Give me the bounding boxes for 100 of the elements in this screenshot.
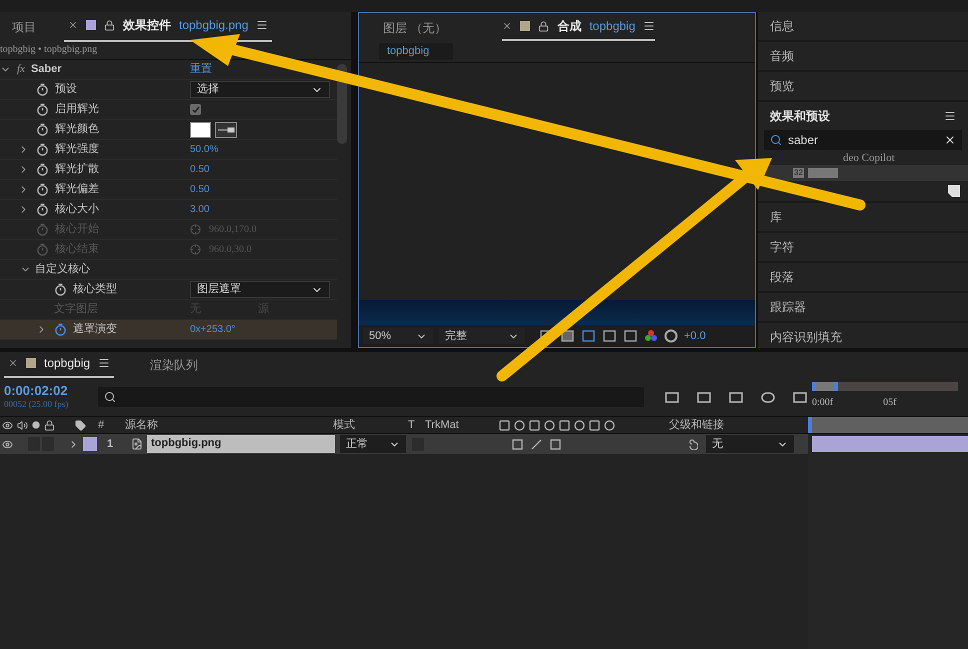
lock-icon[interactable] xyxy=(44,420,55,430)
property-value[interactable]: 0x+253.0° xyxy=(190,322,236,337)
property-value[interactable]: 50.0% xyxy=(190,142,218,157)
effect-category[interactable]: deo Copilot xyxy=(758,150,968,165)
property-label: 遮罩演变 xyxy=(73,322,117,338)
column-header: 源名称 xyxy=(125,418,159,433)
column-header: 父级和链接 xyxy=(669,418,724,433)
mode-dropdown[interactable]: 正常 xyxy=(340,435,406,453)
lock-icon[interactable] xyxy=(104,20,115,30)
menu-icon[interactable] xyxy=(944,110,956,122)
solo-icon[interactable] xyxy=(32,421,40,429)
property-label: 辉光扩散 xyxy=(55,162,99,178)
eye-icon[interactable] xyxy=(2,438,13,450)
layer-button[interactable]: topbgbig xyxy=(379,43,453,60)
menu-icon[interactable] xyxy=(256,19,268,31)
panel-tab[interactable]: 渲染队列 xyxy=(146,356,202,378)
menu-icon[interactable] xyxy=(98,357,110,369)
property-value[interactable]: 3.00 xyxy=(190,202,210,217)
column-header: 模式 xyxy=(333,418,356,433)
close-icon[interactable] xyxy=(8,358,18,368)
panel-header[interactable]: 段落 xyxy=(758,263,968,291)
lock-icon[interactable] xyxy=(538,20,550,32)
eyedropper-icon[interactable] xyxy=(215,122,237,138)
layer-number: 1 xyxy=(106,436,114,452)
layer-switch-icon[interactable] xyxy=(512,438,523,450)
label-icon[interactable] xyxy=(75,420,86,430)
exposure-value[interactable]: +0.0 xyxy=(684,328,706,344)
property-value[interactable]: 0.50 xyxy=(190,182,210,197)
bit-depth-badge: 32 xyxy=(793,168,804,178)
ruler-label: 05f xyxy=(883,396,896,410)
ruler-label: 0:00f xyxy=(812,396,834,410)
color-square-icon xyxy=(86,20,96,30)
property-label: 辉光偏差 xyxy=(55,182,99,198)
property-value[interactable]: 0.50 xyxy=(190,162,210,177)
layer-switch-icon[interactable] xyxy=(531,438,542,450)
menu-icon[interactable] xyxy=(643,20,656,32)
layer-switch-icon xyxy=(499,420,510,430)
layer-switch-icon xyxy=(589,420,600,430)
reset-link[interactable]: 重置 xyxy=(190,61,212,78)
effect-name: Saber xyxy=(30,62,62,78)
fx-icon: fx xyxy=(17,61,25,78)
resolution-dropdown[interactable]: 完整 xyxy=(439,328,525,344)
search-field[interactable] xyxy=(98,387,644,407)
group-label: 自定义核心 xyxy=(35,262,90,278)
stopwatch-icon[interactable] xyxy=(36,103,49,116)
panel-header[interactable]: 预览 xyxy=(758,72,968,100)
property-dropdown[interactable]: 图层遮罩 xyxy=(190,281,330,298)
color-swatch[interactable] xyxy=(190,122,211,138)
panel-tab[interactable]: 项目 xyxy=(8,18,40,42)
column-header: TrkMat xyxy=(425,418,460,433)
stopwatch-icon[interactable] xyxy=(36,83,49,96)
stopwatch-icon[interactable] xyxy=(54,323,67,336)
eye-icon[interactable] xyxy=(2,420,13,430)
stopwatch-icon[interactable] xyxy=(36,163,49,176)
property-label: 核心大小 xyxy=(55,202,99,218)
panel-header[interactable]: 字符 xyxy=(758,233,968,261)
checkbox[interactable] xyxy=(190,104,201,115)
close-icon[interactable] xyxy=(68,20,78,30)
parent-dropdown[interactable]: 无 xyxy=(706,435,794,453)
panel-header[interactable]: 跟踪器 xyxy=(758,293,968,321)
zoom-dropdown[interactable]: 50% xyxy=(363,328,433,344)
panel-tab[interactable]: topbgbig xyxy=(4,354,114,378)
check-icon xyxy=(192,106,200,114)
file-icon xyxy=(131,438,143,450)
color-square-icon xyxy=(26,358,36,368)
search-icon xyxy=(104,391,116,403)
layer-switch-icon xyxy=(529,420,540,430)
layer-switch-icon[interactable] xyxy=(550,438,561,450)
stopwatch-icon[interactable] xyxy=(36,203,49,216)
layer-switch-icon xyxy=(559,420,570,430)
panel-header[interactable]: 库 xyxy=(758,203,968,231)
color-square-icon xyxy=(520,21,530,31)
panel-header[interactable]: 效果和预设 xyxy=(758,102,968,130)
panel-header[interactable]: 内容识别填充 xyxy=(758,323,968,348)
panel-tab[interactable]: 图层 （无） xyxy=(383,19,446,41)
color-channels-icon[interactable] xyxy=(644,329,658,343)
audio-icon[interactable] xyxy=(17,420,28,430)
search-field[interactable]: saber xyxy=(764,130,962,150)
stopwatch-icon[interactable] xyxy=(36,143,49,156)
panel-header[interactable]: 音频 xyxy=(758,42,968,70)
stopwatch-icon[interactable] xyxy=(54,283,67,296)
stopwatch-icon[interactable] xyxy=(36,183,49,196)
layer-switch-icon xyxy=(604,420,615,430)
search-icon xyxy=(770,134,782,146)
new-folder-icon[interactable] xyxy=(948,185,960,197)
property-label: 辉光强度 xyxy=(55,142,99,158)
stopwatch-icon[interactable] xyxy=(36,123,49,136)
panel-tab[interactable]: 合成 topbgbig xyxy=(502,17,656,41)
clear-icon[interactable] xyxy=(944,134,956,146)
panel-header[interactable]: 信息 xyxy=(758,12,968,40)
property-label: 预设 xyxy=(55,82,77,98)
label-color-swatch[interactable] xyxy=(83,437,97,451)
close-icon[interactable] xyxy=(502,21,512,31)
timecode[interactable]: 0:00:02:02 xyxy=(4,382,90,398)
layer-name[interactable]: topbgbig.png xyxy=(147,435,335,453)
property-label: 核心类型 xyxy=(73,282,117,298)
column-header: # xyxy=(98,418,104,433)
property-label: 启用辉光 xyxy=(55,102,99,118)
property-dropdown[interactable]: 选择 xyxy=(190,81,330,98)
property-label: 辉光颜色 xyxy=(55,122,99,138)
